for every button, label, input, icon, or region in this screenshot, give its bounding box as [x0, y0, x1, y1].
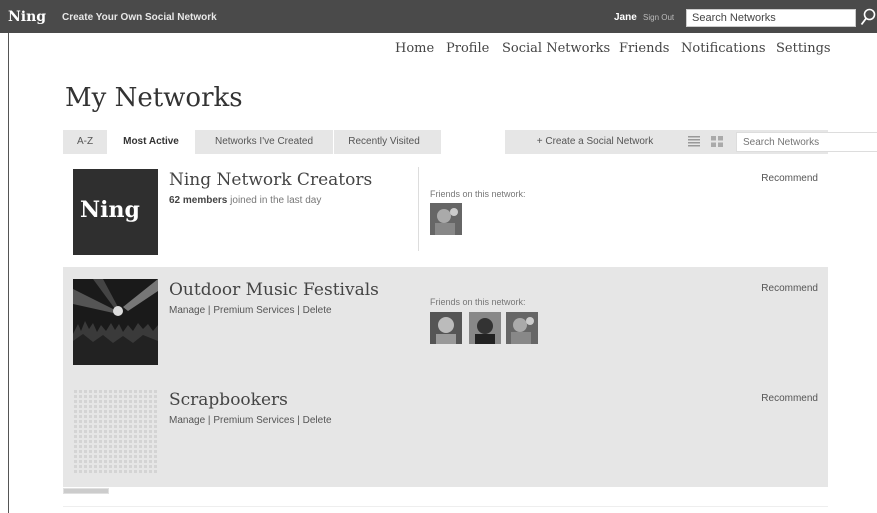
network-name-link[interactable]: Scrapbookers: [169, 390, 288, 410]
delete-link[interactable]: Delete: [303, 305, 332, 316]
user-name-link[interactable]: Jane: [614, 12, 637, 23]
search-icon[interactable]: [860, 8, 876, 26]
nav-settings[interactable]: Settings: [776, 41, 831, 56]
network-name-link[interactable]: Outdoor Music Festivals: [169, 280, 379, 300]
recommend-link[interactable]: Recommend: [761, 393, 818, 404]
network-name-link[interactable]: Ning Network Creators: [169, 170, 372, 190]
network-row: Scrapbookers Manage | Premium Services |…: [63, 377, 828, 487]
network-search-input[interactable]: [736, 132, 877, 152]
top-search-input[interactable]: [686, 9, 856, 27]
link-separator: |: [297, 305, 300, 316]
scroll-marker: [63, 488, 109, 494]
friend-avatar[interactable]: [506, 312, 538, 344]
sign-out-link[interactable]: Sign Out: [643, 13, 674, 22]
tab-networks-created[interactable]: Networks I've Created: [195, 130, 333, 154]
link-separator: |: [207, 415, 211, 426]
premium-services-link[interactable]: Premium Services: [213, 305, 294, 316]
create-network-link[interactable]: Create Your Own Social Network: [62, 12, 217, 23]
list-view-icon[interactable]: [688, 136, 700, 147]
nav-friends[interactable]: Friends: [619, 41, 669, 56]
manage-link[interactable]: Manage: [169, 415, 205, 426]
top-bar: Ning Create Your Own Social Network Jane…: [0, 0, 877, 33]
members-count: 62 members: [169, 195, 228, 206]
ning-logo-thumbnail: Ning: [80, 197, 140, 223]
recommend-link[interactable]: Recommend: [761, 173, 818, 184]
recommend-link[interactable]: Recommend: [761, 283, 818, 294]
ning-logo[interactable]: Ning: [8, 9, 46, 25]
network-thumbnail[interactable]: [73, 389, 158, 475]
network-activity: 62 members joined in the last day: [169, 195, 321, 206]
nav-social-networks[interactable]: Social Networks: [502, 41, 610, 56]
row-divider: [418, 167, 419, 251]
delete-link[interactable]: Delete: [303, 415, 332, 426]
nav-home[interactable]: Home: [395, 41, 434, 56]
link-separator: |: [297, 415, 300, 426]
link-separator: |: [207, 305, 211, 316]
friend-avatar[interactable]: [469, 312, 501, 344]
network-admin-links: Manage | Premium Services | Delete: [169, 415, 332, 426]
friend-avatar[interactable]: [430, 203, 462, 235]
main-nav: Home Profile Social Networks Friends Not…: [0, 41, 877, 61]
network-tabs: A-Z Most Active Networks I've Created Re…: [63, 130, 877, 156]
network-row: Ning Ning Network Creators 62 members jo…: [63, 157, 828, 267]
tab-gap: [441, 130, 505, 154]
grid-view-icon[interactable]: [711, 136, 723, 147]
friends-label: Friends on this network:: [430, 189, 526, 199]
page-title: My Networks: [65, 83, 243, 113]
friend-avatar[interactable]: [430, 312, 462, 344]
footer-divider: [63, 506, 828, 507]
network-row: Outdoor Music Festivals Manage | Premium…: [63, 267, 828, 377]
friends-label: Friends on this network:: [430, 297, 526, 307]
members-suffix: joined in the last day: [230, 195, 322, 206]
tab-recently-visited[interactable]: Recently Visited: [334, 130, 434, 154]
page-left-border: [8, 33, 9, 513]
premium-services-link[interactable]: Premium Services: [213, 415, 294, 426]
tab-most-active[interactable]: Most Active: [107, 130, 195, 156]
nav-notifications[interactable]: Notifications: [681, 41, 766, 56]
network-thumbnail[interactable]: [73, 279, 158, 365]
network-admin-links: Manage | Premium Services | Delete: [169, 305, 332, 316]
network-thumbnail[interactable]: Ning: [73, 169, 158, 255]
tab-a-z[interactable]: A-Z: [63, 130, 107, 154]
manage-link[interactable]: Manage: [169, 305, 205, 316]
create-network-button[interactable]: + Create a Social Network: [505, 130, 685, 154]
nav-profile[interactable]: Profile: [446, 41, 489, 56]
